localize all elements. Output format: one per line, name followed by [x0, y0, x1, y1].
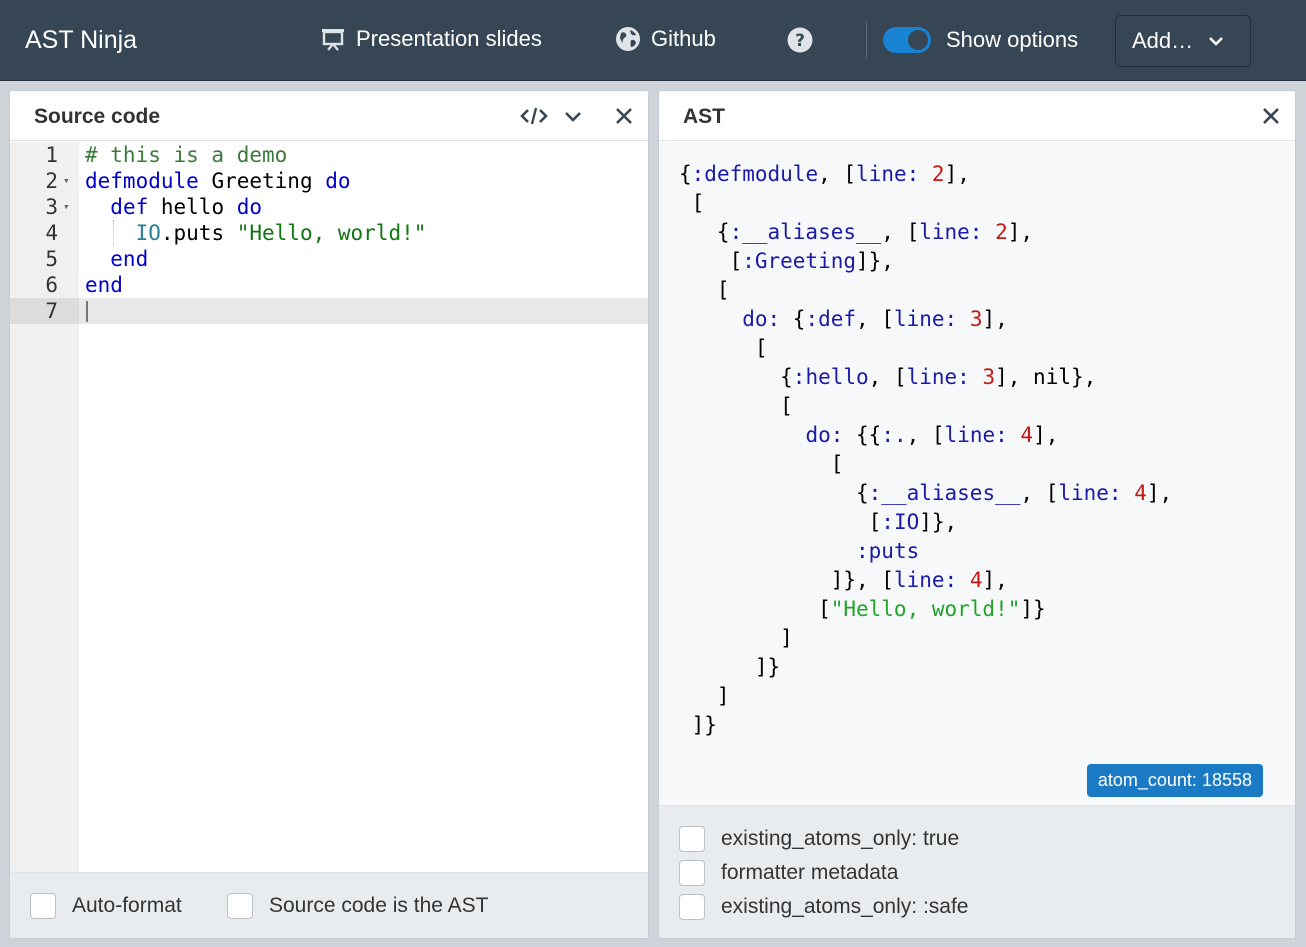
- source-is-ast-label: Source code is the AST: [269, 894, 489, 917]
- code-text: defmodule Greeting do: [85, 169, 351, 193]
- ast-line: [: [679, 191, 705, 215]
- add-dropdown-button[interactable]: Add…: [1115, 15, 1251, 67]
- line-number: 2 ▾: [45, 168, 70, 194]
- code-line-active[interactable]: 7: [10, 298, 648, 324]
- close-icon: [616, 108, 632, 124]
- checkbox-box[interactable]: [227, 893, 253, 919]
- code-text: end: [85, 273, 123, 297]
- add-button-label: Add…: [1132, 28, 1194, 53]
- source-close-button[interactable]: [613, 104, 635, 133]
- code-line[interactable]: 5 end: [10, 246, 648, 272]
- ast-line: [:IO]},: [679, 510, 958, 534]
- code-icon: [520, 107, 548, 125]
- line-number: 4: [45, 221, 58, 245]
- globe-icon: [616, 27, 640, 51]
- ast-line: [: [679, 278, 730, 302]
- ast-line: ]: [679, 684, 730, 708]
- text-cursor: [86, 301, 88, 322]
- fold-arrow-icon[interactable]: ▾: [63, 194, 70, 220]
- question-circle-icon: ?: [787, 27, 813, 53]
- code-line[interactable]: 3 ▾ def hello do: [10, 194, 648, 220]
- ast-line: {:__aliases__, [line: 4],: [679, 481, 1173, 505]
- code-view-button[interactable]: [519, 104, 549, 133]
- code-editor[interactable]: 1 # this is a demo 2 ▾ defmodule Greeting…: [10, 142, 648, 872]
- ast-line: [: [679, 452, 844, 476]
- ast-line: do: {{:., [line: 4],: [805, 423, 1059, 447]
- github-link[interactable]: Github: [615, 26, 716, 52]
- ast-line: ]}, [line: 4],: [679, 568, 1008, 592]
- ast-line: ["Hello, world!"]}: [679, 597, 1046, 621]
- ast-line: [:Greeting]},: [679, 249, 894, 273]
- auto-format-label: Auto-format: [72, 894, 182, 917]
- existing-atoms-only-safe-label: existing_atoms_only: :safe: [721, 895, 969, 918]
- line-number: 5: [45, 247, 58, 271]
- code-line[interactable]: 1 # this is a demo: [10, 142, 648, 168]
- presentation-slides-label: Presentation slides: [356, 26, 542, 51]
- formatter-metadata-label: formatter metadata: [721, 861, 899, 884]
- checkbox-box[interactable]: [679, 826, 705, 852]
- source-code-panel: Source code 1 # this is a demo 2 ▾ defmo…: [9, 90, 649, 939]
- ast-line: [: [679, 394, 793, 418]
- formatter-metadata-checkbox[interactable]: formatter metadata: [679, 860, 898, 886]
- code-line[interactable]: 4 IO.puts "Hello, world!": [10, 220, 648, 246]
- ast-line: ]: [679, 626, 793, 650]
- ast-line: ]}: [679, 655, 781, 679]
- header-divider: [866, 22, 867, 58]
- toggle-knob: [908, 30, 928, 50]
- code-line[interactable]: 6 end: [10, 272, 648, 298]
- existing-atoms-only-safe-checkbox[interactable]: existing_atoms_only: :safe: [679, 894, 968, 920]
- github-label: Github: [651, 26, 716, 51]
- svg-text:?: ?: [795, 31, 805, 51]
- checkbox-box[interactable]: [679, 894, 705, 920]
- app-title[interactable]: AST Ninja: [25, 26, 137, 55]
- presentation-icon: [322, 29, 344, 51]
- ast-line: {:hello, [line: 3], nil},: [679, 365, 1097, 389]
- line-number: 1: [45, 143, 58, 167]
- ast-line: [: [679, 336, 768, 360]
- code-text: end: [85, 247, 149, 271]
- line-number: 7: [10, 298, 79, 324]
- checkbox-box[interactable]: [30, 893, 56, 919]
- ast-code-block: {:defmodule, [line: 2], [ {:__aliases__,…: [679, 160, 1172, 740]
- source-is-ast-checkbox[interactable]: Source code is the AST: [227, 893, 488, 919]
- code-text: IO.puts "Hello, world!": [135, 221, 427, 245]
- source-collapse-button[interactable]: [562, 104, 584, 133]
- ast-line: ]}: [679, 713, 717, 737]
- show-options-toggle[interactable]: [883, 27, 931, 53]
- close-icon: [1263, 108, 1279, 124]
- source-panel-title: Source code: [34, 105, 161, 128]
- code-comment: # this is a demo: [85, 143, 288, 167]
- line-number: 6: [45, 273, 58, 297]
- ast-panel: AST {:defmodule, [line: 2], [ {:__aliase…: [658, 90, 1296, 939]
- ast-line: do: {:def, [line: 3],: [742, 307, 1008, 331]
- ast-options-footer: existing_atoms_only: true formatter meta…: [659, 805, 1295, 938]
- code-text: def hello do: [110, 195, 263, 219]
- ast-panel-title: AST: [683, 105, 725, 128]
- atom-count-badge: atom_count: 18558: [1086, 764, 1263, 797]
- source-panel-header: Source code: [10, 91, 648, 141]
- chevron-down-icon: [565, 112, 581, 122]
- checkbox-box[interactable]: [679, 860, 705, 886]
- presentation-slides-link[interactable]: Presentation slides: [320, 26, 542, 52]
- help-button[interactable]: ?: [787, 27, 823, 53]
- fold-arrow-icon[interactable]: ▾: [63, 168, 70, 194]
- show-options-label[interactable]: Show options: [946, 27, 1078, 53]
- auto-format-checkbox[interactable]: Auto-format: [30, 893, 182, 919]
- ast-output: {:defmodule, [line: 2], [ {:__aliases__,…: [659, 142, 1295, 805]
- ast-line: {:defmodule, [line: 2],: [679, 162, 970, 186]
- line-number: 3 ▾: [45, 194, 70, 220]
- source-options-footer: Auto-format Source code is the AST: [10, 872, 648, 938]
- ast-line: :puts: [856, 539, 920, 563]
- existing-atoms-only-true-checkbox[interactable]: existing_atoms_only: true: [679, 826, 959, 852]
- chevron-down-icon: [1209, 37, 1224, 46]
- ast-close-button[interactable]: [1260, 104, 1282, 133]
- ast-line: {:__aliases__, [line: 2],: [679, 220, 1034, 244]
- indent-guide: [113, 220, 114, 246]
- existing-atoms-only-true-label: existing_atoms_only: true: [721, 827, 960, 850]
- ast-panel-header: AST: [659, 91, 1295, 141]
- top-bar: AST Ninja Presentation slides Github ? S…: [0, 0, 1306, 81]
- code-line[interactable]: 2 ▾ defmodule Greeting do: [10, 168, 648, 194]
